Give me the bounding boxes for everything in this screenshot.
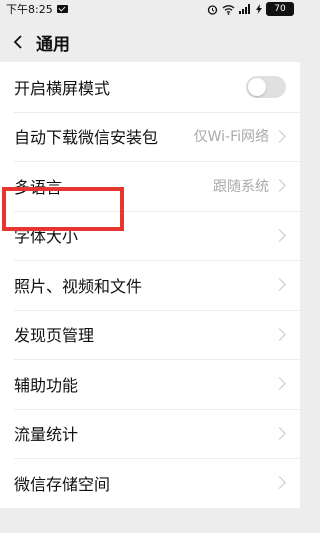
setting-label: 流量统计 xyxy=(14,425,79,445)
setting-photos-videos-files[interactable]: 照片、视频和文件 xyxy=(0,260,300,310)
landscape-toggle[interactable] xyxy=(246,75,286,98)
setting-landscape-mode[interactable]: 开启横屏模式 xyxy=(0,62,300,112)
status-bar: 下午8:25 70 xyxy=(0,0,300,18)
chevron-right-icon xyxy=(273,278,286,292)
signal-icon xyxy=(239,4,250,14)
setting-discover-management[interactable]: 发现页管理 xyxy=(0,309,300,360)
alarm-icon xyxy=(207,4,218,15)
highlight-box xyxy=(2,187,124,231)
chevron-right-icon xyxy=(273,327,286,341)
settings-list: 开启横屏模式 自动下载微信安装包 仅Wi-Fi网络 多语言 跟随系统 字体大小 … xyxy=(0,62,300,508)
setting-storage[interactable]: 微信存储空间 xyxy=(0,458,300,508)
setting-label: 开启横屏模式 xyxy=(14,78,111,98)
setting-auto-download[interactable]: 自动下载微信安装包 仅Wi-Fi网络 xyxy=(0,111,300,162)
status-time: 下午8:25 xyxy=(6,3,53,16)
setting-accessibility[interactable]: 辅助功能 xyxy=(0,359,300,409)
chevron-right-icon xyxy=(273,426,286,440)
chevron-right-icon xyxy=(273,129,286,143)
wifi-icon xyxy=(222,4,235,15)
back-button[interactable] xyxy=(0,20,36,64)
setting-data-usage[interactable]: 流量统计 xyxy=(0,408,300,459)
mail-icon xyxy=(56,5,68,13)
chevron-right-icon xyxy=(273,179,286,193)
setting-label: 微信存储空间 xyxy=(14,474,111,494)
setting-value: 仅Wi-Fi网络 xyxy=(193,129,269,146)
toggle-knob xyxy=(248,77,266,96)
chevron-right-icon xyxy=(273,476,286,490)
setting-value: 跟随系统 xyxy=(213,178,269,195)
battery-icon: 70 xyxy=(266,2,294,16)
setting-label: 辅助功能 xyxy=(14,375,79,395)
page-title: 通用 xyxy=(36,34,70,55)
setting-label: 自动下载微信安装包 xyxy=(14,128,159,148)
chevron-right-icon xyxy=(273,228,286,242)
setting-label: 照片、视频和文件 xyxy=(14,276,143,296)
charging-icon xyxy=(256,4,262,14)
top-bar: 通用 xyxy=(0,20,300,64)
chevron-right-icon xyxy=(273,377,286,391)
setting-label: 发现页管理 xyxy=(14,326,95,346)
chevron-left-icon xyxy=(13,35,22,49)
